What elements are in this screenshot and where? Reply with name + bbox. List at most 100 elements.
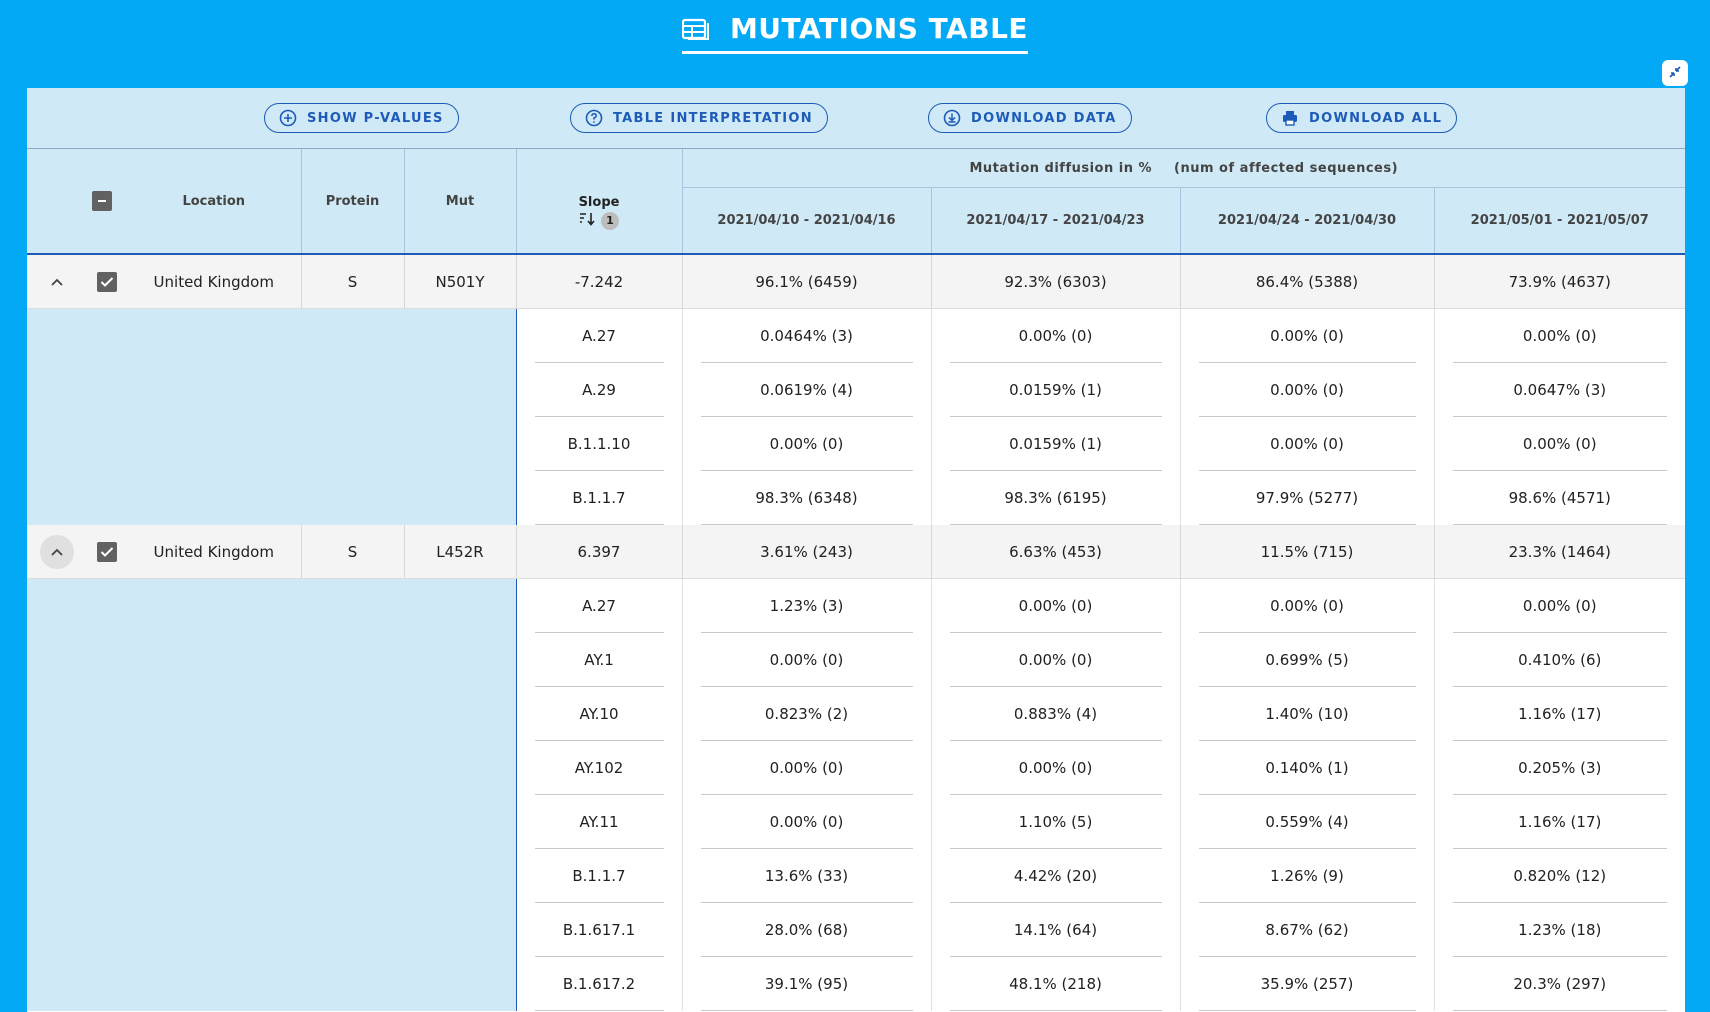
lineage-value-cell: 0.00% (0)	[681, 633, 931, 687]
collapse-button[interactable]	[1662, 60, 1688, 86]
lineage-name-cell: B.1.1.7	[515, 471, 682, 525]
lineage-value-cell: 98.3% (6195)	[930, 471, 1180, 525]
lineage-value: 1.23% (18)	[1452, 903, 1667, 957]
lineage-value-cell: 98.6% (4571)	[1433, 471, 1685, 525]
lineage-value: 0.00% (0)	[700, 741, 913, 795]
lineage-value: 1.16% (17)	[1452, 687, 1667, 741]
lineage-indent-spacer	[27, 957, 516, 1011]
lineage-value-cell: 0.410% (6)	[1433, 633, 1685, 687]
lineage-name: AY.1	[534, 633, 664, 687]
lineage-value-cell: 1.26% (9)	[1179, 849, 1434, 903]
lineage-row: B.1.1.7 13.6% (33) 4.42% (20) 1.26% (9) 0.82…	[27, 849, 1685, 903]
diffusion-cell: 86.4% (5388)	[1179, 254, 1434, 309]
table-row[interactable]: United Kingdom S N501Y -7.242 96.1% (6459) 92…	[27, 254, 1685, 309]
expand-toggle[interactable]	[40, 265, 74, 299]
column-period-1[interactable]: 2021/04/10 - 2021/04/16	[681, 187, 931, 254]
mutation-diffusion-label: Mutation diffusion in %	[969, 160, 1153, 176]
column-protein[interactable]: Protein	[300, 149, 404, 254]
lineage-indent-spacer	[27, 471, 516, 525]
download-all-button[interactable]: DOWNLOAD ALL	[1266, 103, 1458, 133]
lineage-value-cell: 0.00% (0)	[681, 417, 931, 471]
column-period-4[interactable]: 2021/05/01 - 2021/05/07	[1433, 187, 1685, 254]
lineage-indent-spacer	[27, 578, 516, 633]
lineage-value: 0.140% (1)	[1198, 741, 1416, 795]
select-all-cell	[27, 149, 127, 254]
lineage-value: 0.883% (4)	[949, 687, 1162, 741]
lineage-value-cell: 1.23% (18)	[1433, 903, 1685, 957]
column-mut[interactable]: Mut	[403, 149, 516, 254]
lineage-name: AY.102	[534, 741, 664, 795]
lineage-value-cell: 1.16% (17)	[1433, 687, 1685, 741]
lineage-indent-spacer	[27, 363, 516, 417]
lineage-value-cell: 0.0619% (4)	[681, 363, 931, 417]
help-circle-icon	[585, 109, 603, 127]
table-row[interactable]: United Kingdom S L452R 6.397 3.61% (243) 6.63…	[27, 525, 1685, 579]
mutation-diffusion-sublabel: (num of affected sequences)	[1174, 160, 1399, 176]
lineage-name-cell: B.1.1.7	[515, 849, 682, 903]
mutations-table: Location Protein Mut Slope 1 Mutation di…	[27, 149, 1685, 1011]
lineage-value: 13.6% (33)	[700, 849, 913, 903]
lineage-name-cell: A.27	[515, 308, 682, 363]
lineage-indent-spacer	[27, 741, 516, 795]
show-pvalues-label: SHOW P-VALUES	[307, 110, 444, 126]
lineage-value: 0.823% (2)	[700, 687, 913, 741]
lineage-indent-spacer	[27, 633, 516, 687]
toolbar: SHOW P-VALUES TABLE INTERPRETATION DOWNL…	[27, 88, 1685, 149]
lineage-value: 0.0159% (1)	[949, 363, 1162, 417]
lineage-name: B.1.617.1	[534, 903, 664, 957]
lineage-value-cell: 0.140% (1)	[1179, 741, 1434, 795]
lineage-value-cell: 0.00% (0)	[681, 741, 931, 795]
show-pvalues-button[interactable]: SHOW P-VALUES	[264, 103, 459, 133]
lineage-value: 0.699% (5)	[1198, 633, 1416, 687]
slope-cell: 6.397	[515, 525, 682, 579]
mut-cell: L452R	[403, 525, 516, 579]
lineage-value: 0.00% (0)	[1198, 579, 1416, 633]
lineage-value: 1.40% (10)	[1198, 687, 1416, 741]
lineage-value-cell: 0.00% (0)	[930, 741, 1180, 795]
lineage-value: 0.0619% (4)	[700, 363, 913, 417]
column-period-2[interactable]: 2021/04/17 - 2021/04/23	[930, 187, 1180, 254]
lineage-value: 39.1% (95)	[700, 957, 913, 1011]
lineage-value: 0.00% (0)	[1198, 363, 1416, 417]
lineage-value: 8.67% (62)	[1198, 903, 1416, 957]
lineage-name-cell: AY.1	[515, 633, 682, 687]
lineage-row: AY.102 0.00% (0) 0.00% (0) 0.140% (1) 0.205%…	[27, 741, 1685, 795]
lineage-value-cell: 0.820% (12)	[1433, 849, 1685, 903]
lineage-name-cell: AY.102	[515, 741, 682, 795]
lineage-value: 0.00% (0)	[1452, 417, 1667, 471]
diffusion-cell: 73.9% (4637)	[1433, 254, 1685, 309]
lineage-row: B.1.617.2 39.1% (95) 48.1% (218) 35.9% (257…	[27, 957, 1685, 1011]
lineage-value-cell: 0.00% (0)	[1179, 363, 1434, 417]
expand-toggle[interactable]	[40, 534, 74, 569]
column-slope[interactable]: Slope 1	[515, 149, 682, 254]
lineage-row: AY.11 0.00% (0) 1.10% (5) 0.559% (4) 1.16% (…	[27, 795, 1685, 849]
lineage-value-cell: 0.699% (5)	[1179, 633, 1434, 687]
lineage-value: 20.3% (297)	[1452, 957, 1667, 1011]
select-all-checkbox[interactable]	[92, 191, 112, 211]
collapse-icon	[1668, 64, 1682, 83]
mut-cell: N501Y	[403, 254, 516, 309]
row-checkbox[interactable]	[97, 541, 117, 562]
sort-indicator: 1	[579, 211, 619, 230]
column-period-3[interactable]: 2021/04/24 - 2021/04/30	[1179, 187, 1434, 254]
table-interpretation-label: TABLE INTERPRETATION	[613, 110, 813, 126]
lineage-indent-spacer	[27, 308, 516, 363]
row-checkbox[interactable]	[97, 271, 117, 292]
lineage-value: 0.559% (4)	[1198, 795, 1416, 849]
column-location[interactable]: Location	[127, 149, 301, 254]
lineage-value: 1.16% (17)	[1452, 795, 1667, 849]
lineage-value-cell: 97.9% (5277)	[1179, 471, 1434, 525]
plus-circle-icon	[279, 109, 297, 127]
download-data-button[interactable]: DOWNLOAD DATA	[928, 103, 1132, 133]
lineage-name: A.27	[534, 309, 664, 363]
protein-cell: S	[300, 525, 404, 579]
lineage-value: 35.9% (257)	[1198, 957, 1416, 1011]
lineage-value: 48.1% (218)	[949, 957, 1162, 1011]
lineage-value-cell: 0.00% (0)	[930, 308, 1180, 363]
mutation-diffusion-group-header: Mutation diffusion in % (num of affected …	[681, 149, 1685, 188]
table-interpretation-button[interactable]: TABLE INTERPRETATION	[570, 103, 828, 133]
row-checkbox-cell	[87, 254, 127, 309]
lineage-name-cell: B.1.617.1	[515, 903, 682, 957]
lineage-value: 28.0% (68)	[700, 903, 913, 957]
sort-order-badge: 1	[601, 211, 619, 230]
